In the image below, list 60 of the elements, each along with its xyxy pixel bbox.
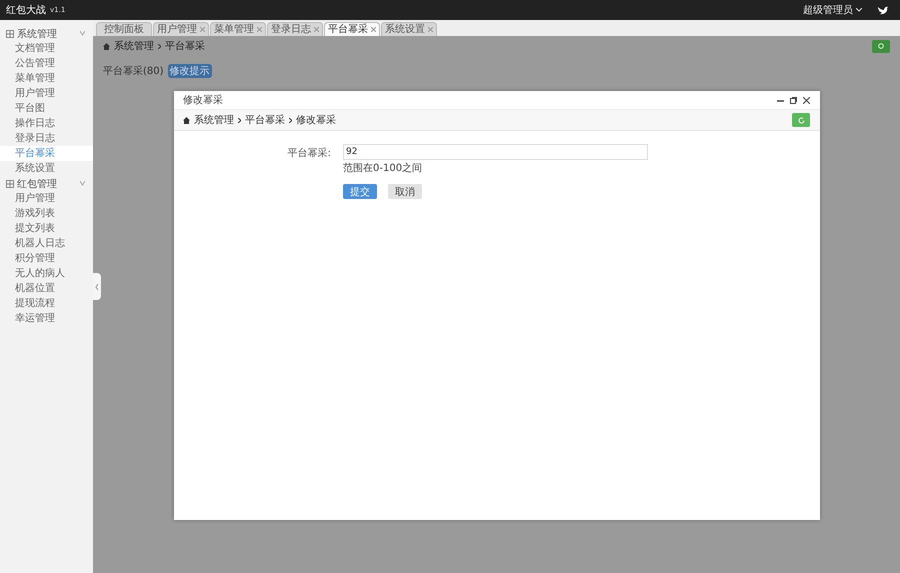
grid-icon	[6, 30, 14, 38]
caret-icon	[856, 8, 862, 12]
sidebar-item[interactable]: 机器位置	[0, 281, 93, 296]
edit-tag[interactable]: 修改提示	[168, 64, 212, 78]
close-icon[interactable]	[803, 96, 810, 104]
cancel-button[interactable]: 取消	[388, 184, 422, 199]
maximize-icon[interactable]	[790, 96, 797, 104]
chevron-icon	[238, 118, 241, 122]
collapse-handle[interactable]	[93, 273, 101, 300]
sidebar-item[interactable]: 文档管理	[0, 41, 93, 56]
home-icon	[103, 42, 110, 50]
breadcrumb-link[interactable]: 平台幂采	[165, 39, 205, 53]
sidebar-item[interactable]: 无人的病人	[0, 266, 93, 281]
sidebar-item[interactable]: 公告管理	[0, 56, 93, 71]
refresh-icon	[878, 43, 884, 49]
sidebar-item[interactable]: 系统设置	[0, 161, 93, 176]
breadcrumb-link[interactable]: 平台幂采	[245, 113, 285, 127]
page-label: 平台幂采(80)	[103, 64, 164, 78]
breadcrumb-link[interactable]: 系统管理	[194, 113, 234, 127]
grid-icon	[6, 180, 14, 188]
tab[interactable]: 菜单管理	[210, 22, 266, 36]
chevron-icon	[80, 180, 85, 187]
chevron-icon	[80, 30, 85, 37]
sidebar-item[interactable]: 用户管理	[0, 86, 93, 101]
sidebar-item[interactable]: 登录日志	[0, 131, 93, 146]
sidebar-item[interactable]: 积分管理	[0, 251, 93, 266]
refresh-button[interactable]	[792, 113, 810, 127]
user-menu[interactable]: 超级管理员	[803, 3, 862, 17]
sidebar-item[interactable]: 游戏列表	[0, 206, 93, 221]
chevron-icon	[95, 284, 99, 290]
refresh-button[interactable]	[872, 40, 890, 52]
submit-button[interactable]: 提交	[343, 184, 377, 199]
chevron-icon	[158, 44, 161, 48]
sidebar-item[interactable]: 提文列表	[0, 221, 93, 236]
field-hint: 范围在0-100之间	[343, 162, 424, 175]
sidebar-item[interactable]: 幸运管理	[0, 311, 93, 326]
sidebar-item[interactable]: 用户管理	[0, 191, 93, 206]
tab[interactable]: 控制面板	[96, 22, 152, 36]
chevron-icon	[289, 118, 292, 122]
sidebar-group[interactable]: 系统管理	[0, 26, 93, 41]
sidebar-group[interactable]: 红包管理	[0, 176, 93, 191]
breadcrumb-link[interactable]: 系统管理	[114, 39, 154, 53]
app-title: 红包大战	[6, 4, 46, 17]
home-icon	[183, 116, 190, 124]
breadcrumb-link[interactable]: 修改幂采	[296, 113, 336, 127]
sidebar-item[interactable]: 机器人日志	[0, 236, 93, 251]
sidebar-item[interactable]: 平台图	[0, 101, 93, 116]
tab[interactable]: 平台幂采	[324, 22, 380, 36]
input-field[interactable]: 92	[343, 144, 648, 160]
refresh-icon	[798, 116, 804, 124]
sidebar-item[interactable]: 菜单管理	[0, 71, 93, 86]
tab[interactable]: 登录日志	[267, 22, 323, 36]
dialog-title: 修改幂采	[183, 94, 223, 107]
bird-icon[interactable]	[878, 6, 888, 14]
sidebar-item[interactable]: 提现流程	[0, 296, 93, 311]
sidebar-item[interactable]: 操作日志	[0, 116, 93, 131]
field-label: 平台幂采:	[286, 146, 331, 161]
sidebar-item[interactable]: 平台幂采	[0, 146, 93, 161]
tab[interactable]: 系统设置	[381, 22, 437, 36]
tab[interactable]: 用户管理	[153, 22, 209, 36]
